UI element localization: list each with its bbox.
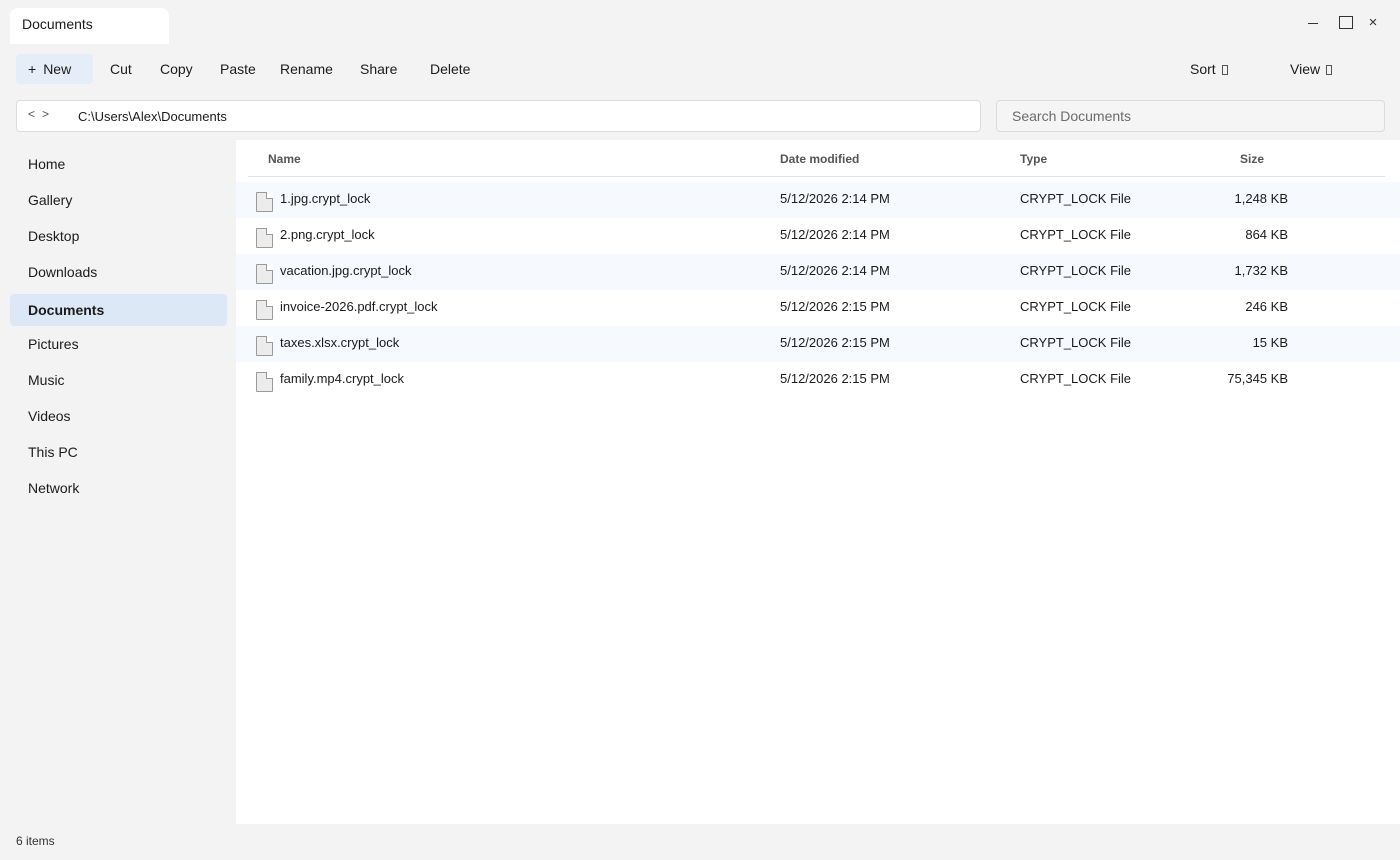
minimize-button[interactable]	[1301, 10, 1325, 34]
file-type: CRYPT_LOCK File	[1020, 191, 1132, 206]
file-date: 5/12/2026 2:14 PM	[780, 227, 890, 242]
file-type: CRYPT_LOCK File	[1020, 263, 1132, 278]
sidebar-item-videos[interactable]: Videos	[10, 400, 227, 432]
view-label: View	[1290, 61, 1321, 77]
column-header-name[interactable]: Name	[268, 152, 301, 166]
sort-button[interactable]: Sort	[1190, 54, 1228, 84]
maximize-button[interactable]	[1334, 10, 1358, 34]
cut-button[interactable]: Cut	[110, 54, 132, 84]
sidebar-item-this-pc[interactable]: This PC	[10, 436, 227, 468]
file-type: CRYPT_LOCK File	[1020, 299, 1132, 314]
table-row[interactable]: family.mp4.crypt_lock 5/12/2026 2:15 PM …	[236, 362, 1400, 398]
file-name: 1.jpg.crypt_lock	[280, 191, 371, 206]
paste-button[interactable]: Paste	[220, 54, 256, 84]
view-button[interactable]: View	[1290, 54, 1333, 84]
file-date: 5/12/2026 2:15 PM	[780, 371, 890, 386]
column-header-type[interactable]: Type	[1020, 152, 1047, 166]
status-bar: 6 items	[0, 824, 1400, 860]
maximize-icon	[1339, 15, 1353, 29]
file-size: 1,732 KB	[1234, 263, 1289, 278]
forward-arrow-icon[interactable]: >	[42, 107, 49, 121]
file-size: 246 KB	[1245, 299, 1288, 314]
file-icon	[256, 264, 273, 284]
sidebar-item-documents[interactable]: Documents	[10, 294, 227, 326]
sidebar: Home Gallery Desktop Downloads Documents…	[0, 140, 236, 824]
new-button-label: New	[43, 61, 72, 77]
close-icon: ×	[1368, 13, 1378, 31]
file-icon	[256, 192, 273, 212]
address-path[interactable]: C:\Users\Alex\Documents	[78, 109, 227, 124]
delete-button[interactable]: Delete	[430, 54, 470, 84]
file-icon	[256, 336, 273, 356]
file-size: 75,345 KB	[1227, 371, 1288, 386]
file-date: 5/12/2026 2:14 PM	[780, 263, 890, 278]
file-name: family.mp4.crypt_lock	[280, 371, 405, 386]
sidebar-item-gallery[interactable]: Gallery	[10, 184, 227, 216]
column-header-size[interactable]: Size	[1240, 152, 1264, 166]
column-header-date[interactable]: Date modified	[780, 152, 859, 166]
new-button[interactable]: + New	[16, 54, 93, 84]
sidebar-item-music[interactable]: Music	[10, 364, 227, 396]
close-button[interactable]: ×	[1361, 10, 1385, 34]
sidebar-item-home[interactable]: Home	[10, 148, 227, 180]
file-icon	[256, 372, 273, 392]
table-row[interactable]: 1.jpg.crypt_lock 5/12/2026 2:14 PM CRYPT…	[236, 182, 1400, 218]
column-header-row: Name Date modified Type Size	[248, 140, 1385, 177]
sort-dropdown-icon	[1221, 65, 1228, 75]
toolbar: + New Cut Copy Paste Rename Share Delete …	[0, 44, 1400, 92]
plus-icon: +	[28, 61, 37, 77]
table-row[interactable]: invoice-2026.pdf.crypt_lock 5/12/2026 2:…	[236, 290, 1400, 326]
file-name: taxes.xlsx.crypt_lock	[280, 335, 400, 350]
file-size: 15 KB	[1252, 335, 1288, 350]
file-name: 2.png.crypt_lock	[280, 227, 375, 242]
file-type: CRYPT_LOCK File	[1020, 227, 1132, 242]
file-type: CRYPT_LOCK File	[1020, 371, 1132, 386]
file-date: 5/12/2026 2:15 PM	[780, 335, 890, 350]
file-size: 1,248 KB	[1234, 191, 1289, 206]
sidebar-item-pictures[interactable]: Pictures	[10, 328, 227, 360]
file-name: vacation.jpg.crypt_lock	[280, 263, 412, 278]
file-date: 5/12/2026 2:15 PM	[780, 299, 890, 314]
rename-button[interactable]: Rename	[280, 54, 333, 84]
share-button[interactable]: Share	[360, 54, 397, 84]
search-input[interactable]	[996, 100, 1385, 132]
table-row[interactable]: 2.png.crypt_lock 5/12/2026 2:14 PM CRYPT…	[236, 218, 1400, 254]
sidebar-item-downloads[interactable]: Downloads	[10, 256, 227, 288]
file-name: invoice-2026.pdf.crypt_lock	[280, 299, 438, 314]
table-row[interactable]: taxes.xlsx.crypt_lock 5/12/2026 2:15 PM …	[236, 326, 1400, 362]
table-row[interactable]: vacation.jpg.crypt_lock 5/12/2026 2:14 P…	[236, 254, 1400, 290]
tab-documents[interactable]: Documents	[10, 8, 169, 44]
file-list: Name Date modified Type Size 1.jpg.crypt…	[236, 140, 1400, 824]
file-date: 5/12/2026 2:14 PM	[780, 191, 890, 206]
sidebar-item-network[interactable]: Network	[10, 472, 227, 504]
view-dropdown-icon	[1326, 65, 1333, 75]
file-icon	[256, 228, 273, 248]
address-bar[interactable]: < > C:\Users\Alex\Documents	[16, 100, 981, 132]
back-arrow-icon[interactable]: <	[28, 107, 35, 121]
title-bar: Documents ×	[0, 0, 1400, 44]
minimize-icon	[1308, 22, 1318, 24]
file-icon	[256, 300, 273, 320]
file-size: 864 KB	[1245, 227, 1288, 242]
copy-button[interactable]: Copy	[160, 54, 193, 84]
tab-title: Documents	[22, 16, 93, 32]
sidebar-item-desktop[interactable]: Desktop	[10, 220, 227, 252]
file-type: CRYPT_LOCK File	[1020, 335, 1132, 350]
sort-label: Sort	[1190, 61, 1216, 77]
item-count: 6 items	[16, 834, 55, 848]
